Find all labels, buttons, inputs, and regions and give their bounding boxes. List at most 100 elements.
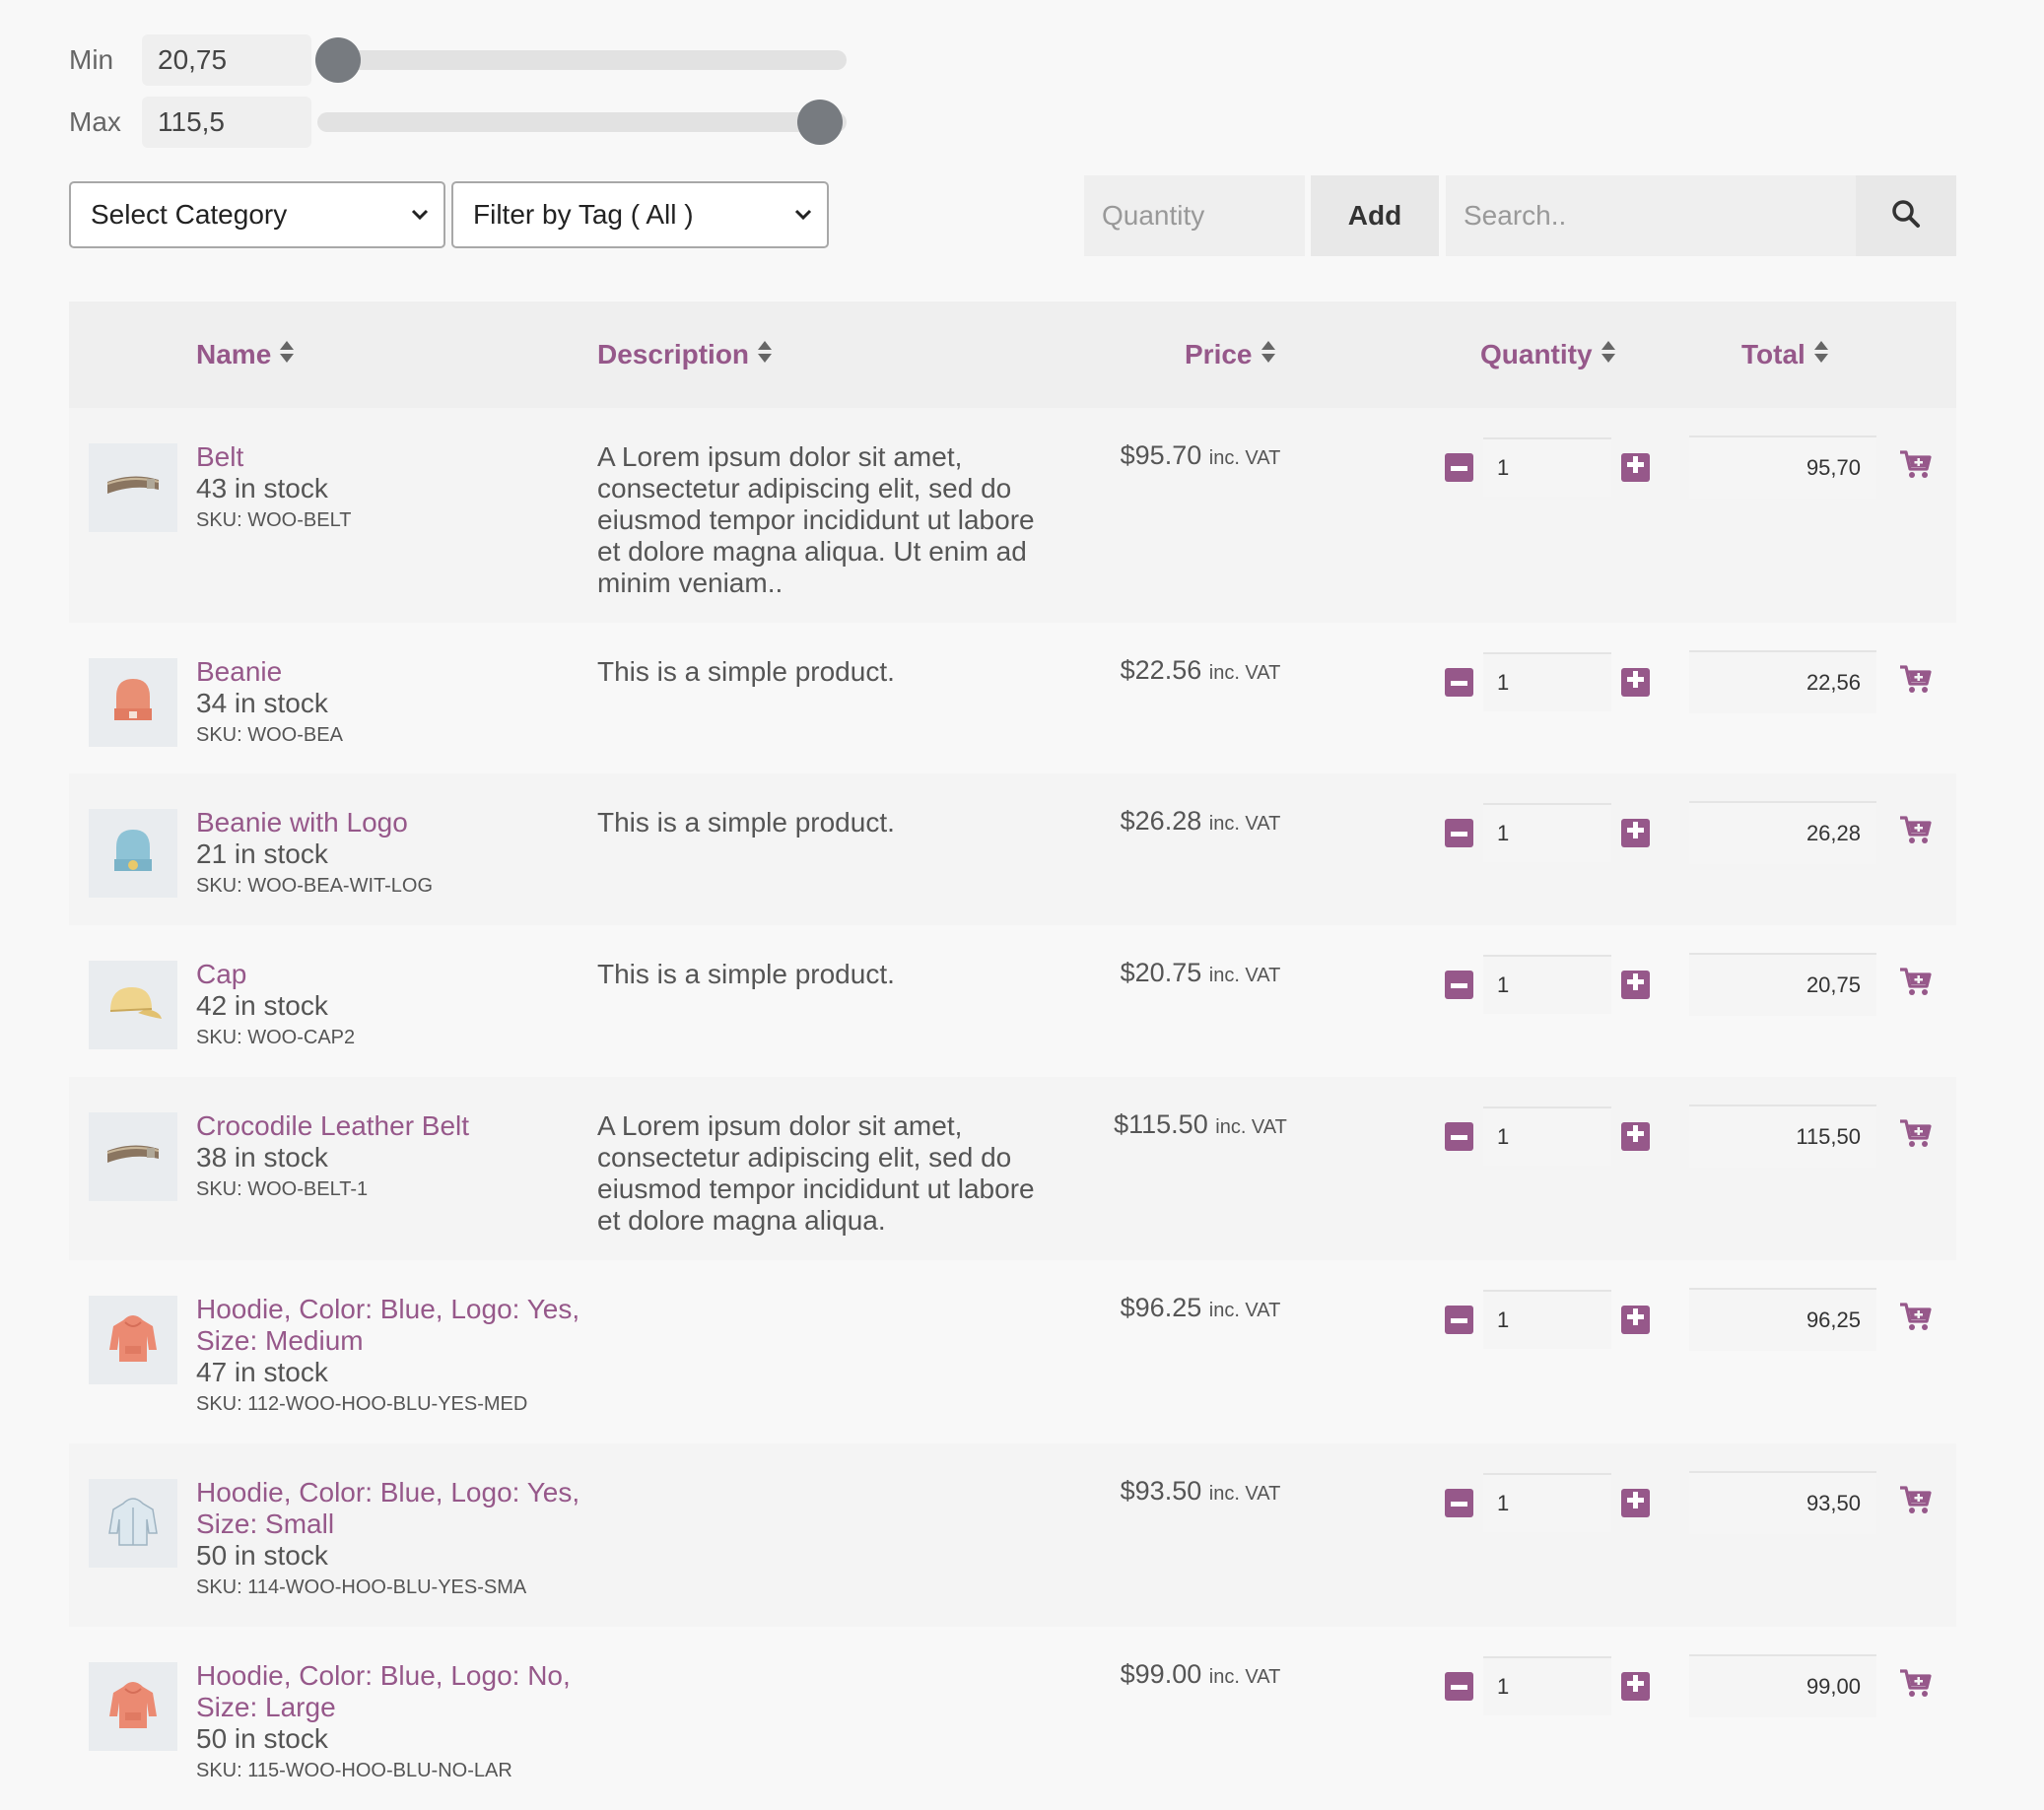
product-name-link[interactable]: Hoodie, Color: Blue, Logo: No, Size: Lar…: [196, 1660, 610, 1723]
min-price-input[interactable]: 20,75: [142, 34, 311, 86]
add-to-cart-button[interactable]: [1898, 1118, 1938, 1158]
category-select-value: Select Category: [91, 199, 288, 230]
add-to-cart-button[interactable]: [1898, 1485, 1938, 1524]
price-amount: $22.56: [1120, 655, 1202, 685]
max-price-slider[interactable]: [317, 100, 847, 145]
add-to-cart-button[interactable]: [1898, 449, 1938, 489]
quantity-input[interactable]: 1: [1483, 1473, 1611, 1532]
max-slider-handle[interactable]: [797, 100, 844, 145]
product-name-link[interactable]: Beanie with Logo: [196, 807, 610, 838]
product-thumbnail[interactable]: [89, 443, 177, 532]
decrease-quantity-button[interactable]: [1445, 818, 1473, 847]
price-amount: $93.50: [1120, 1476, 1202, 1506]
product-thumbnail[interactable]: [89, 1479, 177, 1568]
min-slider-handle[interactable]: [315, 37, 362, 83]
header-total[interactable]: Total: [1741, 302, 1829, 408]
belt-icon: [103, 1135, 163, 1179]
quantity-input[interactable]: 1: [1483, 803, 1611, 862]
header-total-label: Total: [1741, 339, 1806, 369]
product-thumbnail[interactable]: [89, 658, 177, 747]
header-price[interactable]: Price: [1185, 302, 1276, 408]
increase-quantity-button[interactable]: [1621, 970, 1650, 999]
row-total: 99,00: [1689, 1654, 1876, 1717]
vat-label: inc. VAT: [1208, 447, 1281, 469]
belt-icon: [103, 466, 163, 510]
beanie-logo-icon: [110, 826, 156, 882]
plus-icon: [1627, 456, 1644, 478]
plus-icon: [1627, 822, 1644, 843]
row-total: 26,28: [1689, 801, 1876, 864]
plus-icon: [1627, 973, 1644, 995]
product-info: Crocodile Leather Belt 38 in stock SKU: WO…: [196, 1110, 610, 1205]
increase-quantity-button[interactable]: [1621, 818, 1650, 847]
stock-status: 21 in stock: [196, 838, 328, 869]
product-thumbnail[interactable]: [89, 1112, 177, 1201]
minus-icon: [1451, 458, 1467, 476]
product-sku: SKU: WOO-BEA: [196, 724, 343, 746]
decrease-quantity-button[interactable]: [1445, 1121, 1473, 1151]
row-total: 22,56: [1689, 650, 1876, 713]
cart-plus-icon: [1898, 1303, 1932, 1335]
table-row: Hoodie, Color: Blue, Logo: Yes, Size: Me…: [69, 1260, 1956, 1443]
header-description[interactable]: Description: [597, 302, 773, 408]
product-thumbnail[interactable]: [89, 1662, 177, 1751]
category-select[interactable]: Select Category: [69, 181, 445, 248]
table-row: Crocodile Leather Belt 38 in stock SKU: WO…: [69, 1077, 1956, 1260]
table-row: Cap 42 in stock SKU: WOO-CAP2 This is a sim…: [69, 925, 1956, 1077]
hoodie-icon: [107, 1677, 159, 1737]
price-amount: $115.50: [1114, 1109, 1208, 1139]
add-to-cart-button[interactable]: [1898, 815, 1938, 854]
minus-icon: [1451, 975, 1467, 993]
search-input[interactable]: Search..: [1446, 175, 1856, 256]
decrease-quantity-button[interactable]: [1445, 452, 1473, 482]
add-to-cart-button[interactable]: [1898, 1302, 1938, 1341]
product-info: Cap 42 in stock SKU: WOO-CAP2: [196, 959, 610, 1053]
sort-icon: [1601, 302, 1616, 408]
search-button[interactable]: [1856, 175, 1956, 256]
max-price-input[interactable]: 115,5: [142, 97, 311, 148]
product-name-link[interactable]: Belt: [196, 441, 610, 473]
table-row: Hoodie, Color: Blue, Logo: Yes, Size: Sm…: [69, 1443, 1956, 1627]
tag-filter-select[interactable]: Filter by Tag ( All ): [451, 181, 829, 248]
increase-quantity-button[interactable]: [1621, 1121, 1650, 1151]
decrease-quantity-button[interactable]: [1445, 1671, 1473, 1701]
quantity-input[interactable]: 1: [1483, 1290, 1611, 1349]
quantity-input[interactable]: 1: [1483, 1656, 1611, 1715]
increase-quantity-button[interactable]: [1621, 1488, 1650, 1517]
increase-quantity-button[interactable]: [1621, 452, 1650, 482]
chevron-down-icon: [410, 183, 430, 272]
bulk-quantity-input[interactable]: Quantity: [1084, 175, 1305, 256]
plus-icon: [1627, 1675, 1644, 1697]
increase-quantity-button[interactable]: [1621, 667, 1650, 697]
product-thumbnail[interactable]: [89, 809, 177, 898]
quantity-input[interactable]: 1: [1483, 955, 1611, 1014]
quantity-input[interactable]: 1: [1483, 437, 1611, 497]
header-quantity[interactable]: Quantity: [1480, 302, 1616, 408]
add-to-cart-button[interactable]: [1898, 967, 1938, 1006]
minus-icon: [1451, 1494, 1467, 1511]
decrease-quantity-button[interactable]: [1445, 970, 1473, 999]
decrease-quantity-button[interactable]: [1445, 667, 1473, 697]
add-to-cart-button[interactable]: [1898, 664, 1938, 704]
product-name-link[interactable]: Cap: [196, 959, 610, 990]
increase-quantity-button[interactable]: [1621, 1305, 1650, 1334]
min-price-slider[interactable]: [315, 37, 847, 83]
quantity-input[interactable]: 1: [1483, 652, 1611, 711]
price-min-row: Min 20,75: [69, 34, 847, 86]
quantity-stepper: 1: [1445, 437, 1650, 497]
add-to-cart-button[interactable]: [1898, 1668, 1938, 1708]
product-thumbnail[interactable]: [89, 1296, 177, 1384]
sort-icon: [1260, 302, 1276, 408]
decrease-quantity-button[interactable]: [1445, 1305, 1473, 1334]
quantity-input[interactable]: 1: [1483, 1106, 1611, 1166]
product-thumbnail[interactable]: [89, 961, 177, 1049]
product-name-link[interactable]: Hoodie, Color: Blue, Logo: Yes, Size: Me…: [196, 1294, 610, 1357]
increase-quantity-button[interactable]: [1621, 1671, 1650, 1701]
product-name-link[interactable]: Crocodile Leather Belt: [196, 1110, 610, 1142]
add-button[interactable]: Add: [1311, 175, 1439, 256]
product-name-link[interactable]: Beanie: [196, 656, 610, 688]
header-name[interactable]: Name: [196, 302, 295, 408]
decrease-quantity-button[interactable]: [1445, 1488, 1473, 1517]
product-name-link[interactable]: Hoodie, Color: Blue, Logo: Yes, Size: Sm…: [196, 1477, 610, 1540]
product-sku: SKU: WOO-BEA-WIT-LOG: [196, 875, 434, 897]
